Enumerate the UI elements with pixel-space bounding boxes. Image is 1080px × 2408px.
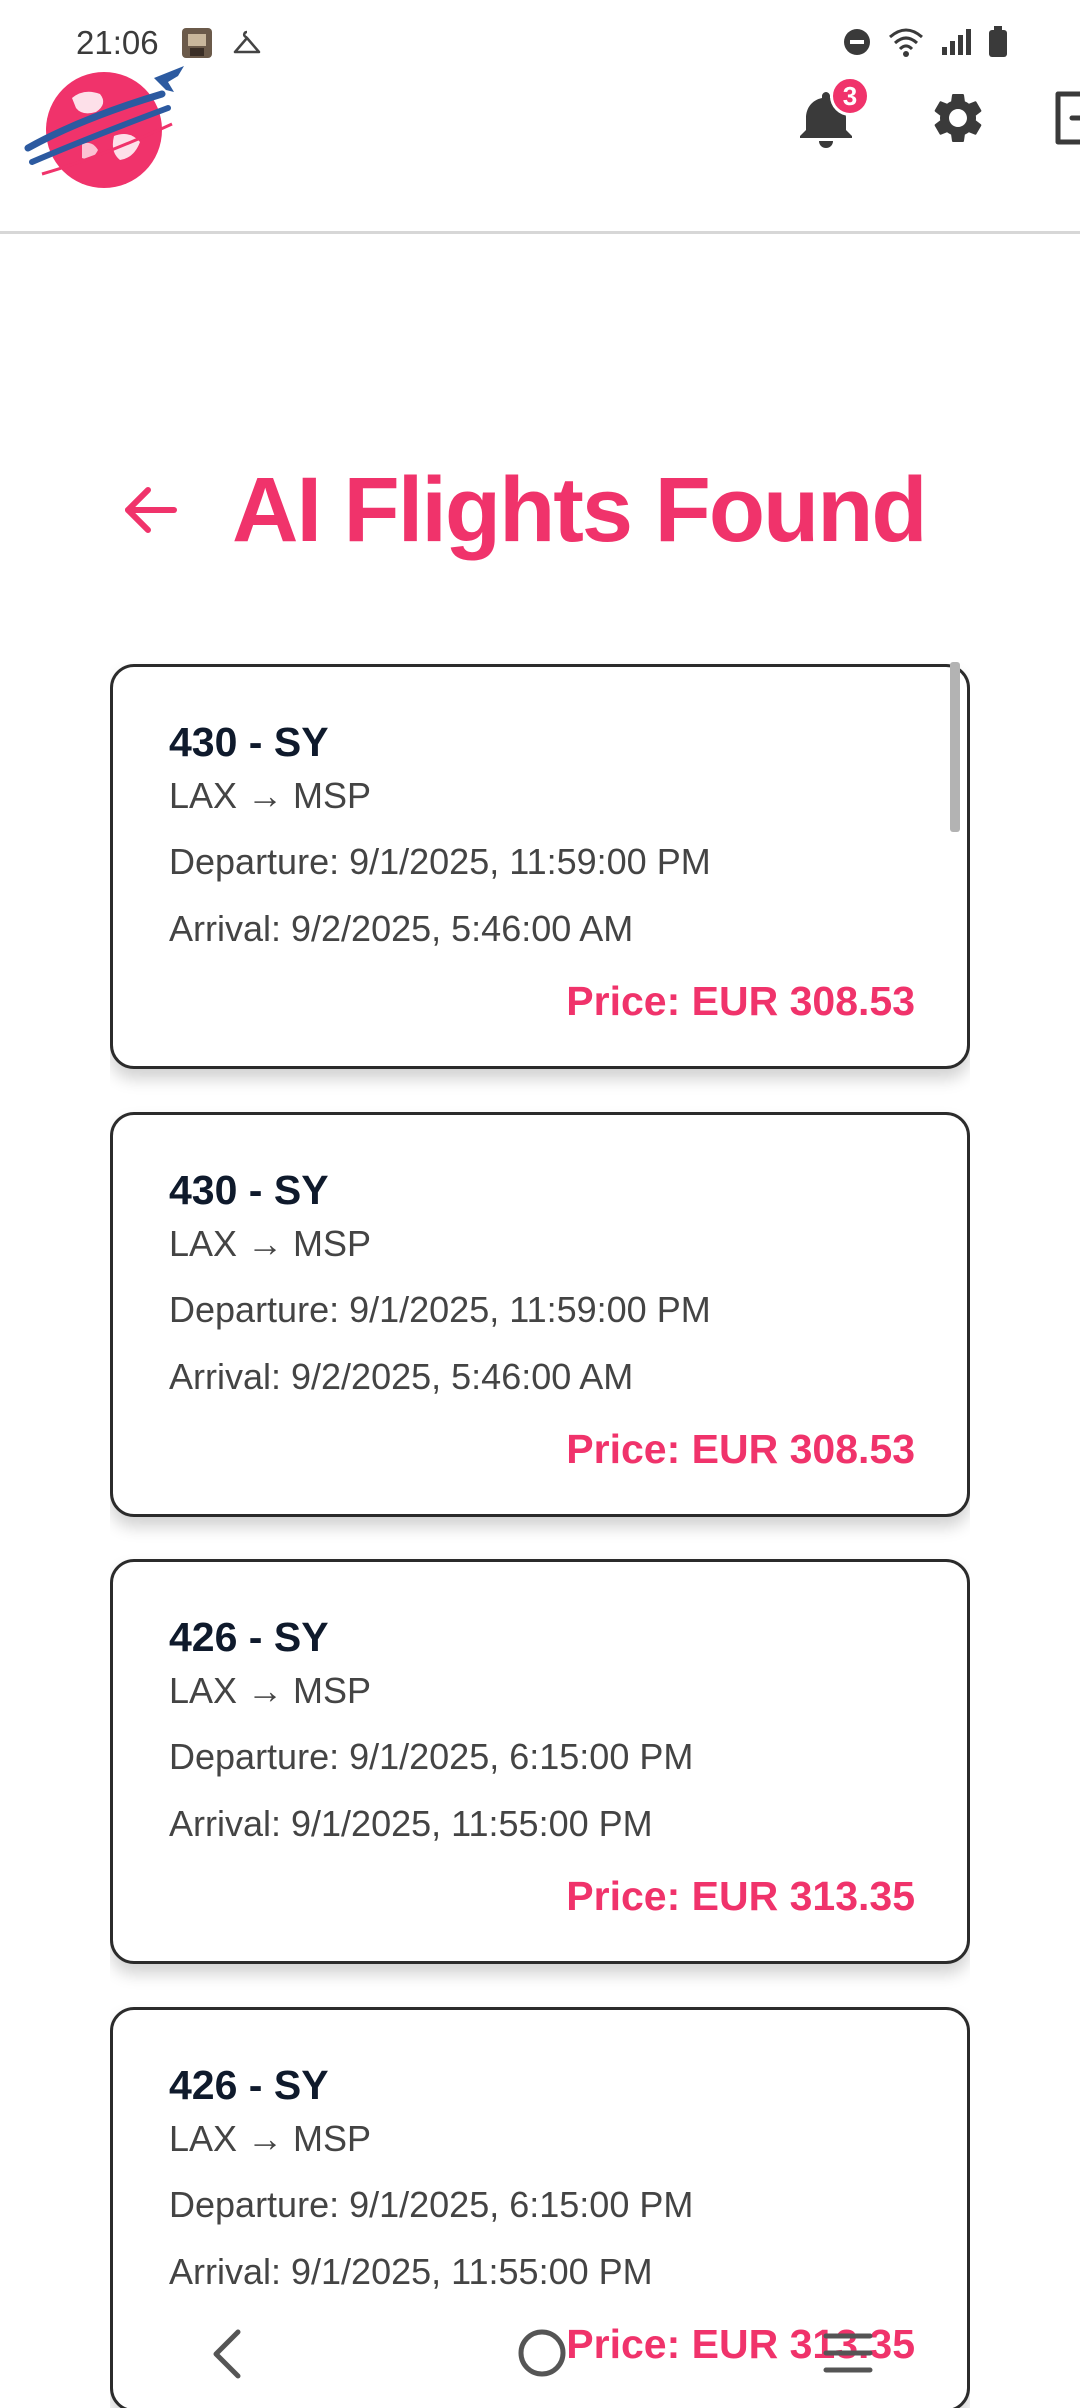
flight-card[interactable]: 430 - SY LAX → MSP Departure: 9/1/2025, … xyxy=(110,664,970,1069)
arrow-left-icon xyxy=(125,487,177,533)
flight-arrival: Arrival: 9/2/2025, 5:46:00 AM xyxy=(169,908,634,949)
flight-departure: Departure: 9/1/2025, 11:59:00 PM xyxy=(169,1289,711,1330)
flight-route: LAX → MSP xyxy=(169,1670,372,1711)
scrollbar[interactable] xyxy=(950,662,960,832)
home-circle-icon xyxy=(518,2329,566,2377)
flight-card[interactable]: 430 - SY LAX → MSP Departure: 9/1/2025, … xyxy=(110,1112,970,1517)
flight-number: 430 - SY xyxy=(169,719,329,765)
flight-arrival: Arrival: 9/1/2025, 11:55:00 PM xyxy=(169,2251,653,2292)
flight-departure: Departure: 9/1/2025, 6:15:00 PM xyxy=(169,1736,694,1777)
page-title: AI Flights Found xyxy=(232,458,928,561)
flight-departure: Departure: 9/1/2025, 11:59:00 PM xyxy=(169,841,711,882)
signal-icon xyxy=(942,29,971,55)
logout-button[interactable] xyxy=(1044,80,1080,156)
system-back-button[interactable] xyxy=(206,2326,246,2387)
notifications-button[interactable]: 3 xyxy=(788,76,870,156)
flights-screen: 3 21:06 AI Flights Found 430 - SY LAX → … xyxy=(0,0,1080,2408)
logout-icon xyxy=(1055,91,1080,145)
flight-departure: Departure: 9/1/2025, 6:15:00 PM xyxy=(169,2184,694,2225)
system-home-button[interactable] xyxy=(515,2326,569,2385)
flight-price: Price: EUR 313.35 xyxy=(566,1873,915,1919)
hanger-icon xyxy=(233,30,261,54)
battery-icon xyxy=(989,26,1007,57)
flight-route: LAX → MSP xyxy=(169,2118,372,2159)
flight-card[interactable]: 426 - SY LAX → MSP Departure: 9/1/2025, … xyxy=(110,1559,970,1964)
flight-route: LAX → MSP xyxy=(169,775,372,816)
flight-number: 426 - SY xyxy=(169,1614,329,1660)
do-not-disturb-icon xyxy=(844,29,870,55)
flight-number: 426 - SY xyxy=(169,2062,329,2108)
status-bar: 21:06 xyxy=(0,0,1080,90)
flight-arrival: Arrival: 9/1/2025, 11:55:00 PM xyxy=(169,1803,653,1844)
chevron-left-icon xyxy=(213,2329,241,2379)
gear-icon xyxy=(934,93,982,142)
flight-number: 430 - SY xyxy=(169,1167,329,1213)
flight-price: Price: EUR 308.53 xyxy=(566,1426,915,1472)
flight-arrival: Arrival: 9/2/2025, 5:46:00 AM xyxy=(169,1356,634,1397)
status-time: 21:06 xyxy=(76,24,159,61)
wifi-icon xyxy=(889,28,923,57)
photo-notification-icon xyxy=(182,28,212,58)
title-row: AI Flights Found xyxy=(122,450,1022,570)
flight-route: LAX → MSP xyxy=(169,1223,372,1264)
system-recents-button[interactable] xyxy=(822,2330,874,2381)
flight-price: Price: EUR 308.53 xyxy=(566,978,915,1024)
recents-menu-icon xyxy=(823,2333,873,2373)
settings-button[interactable] xyxy=(920,80,996,156)
flight-results-list[interactable]: 430 - SY LAX → MSP Departure: 9/1/2025, … xyxy=(110,662,970,2408)
back-button[interactable] xyxy=(122,480,182,540)
